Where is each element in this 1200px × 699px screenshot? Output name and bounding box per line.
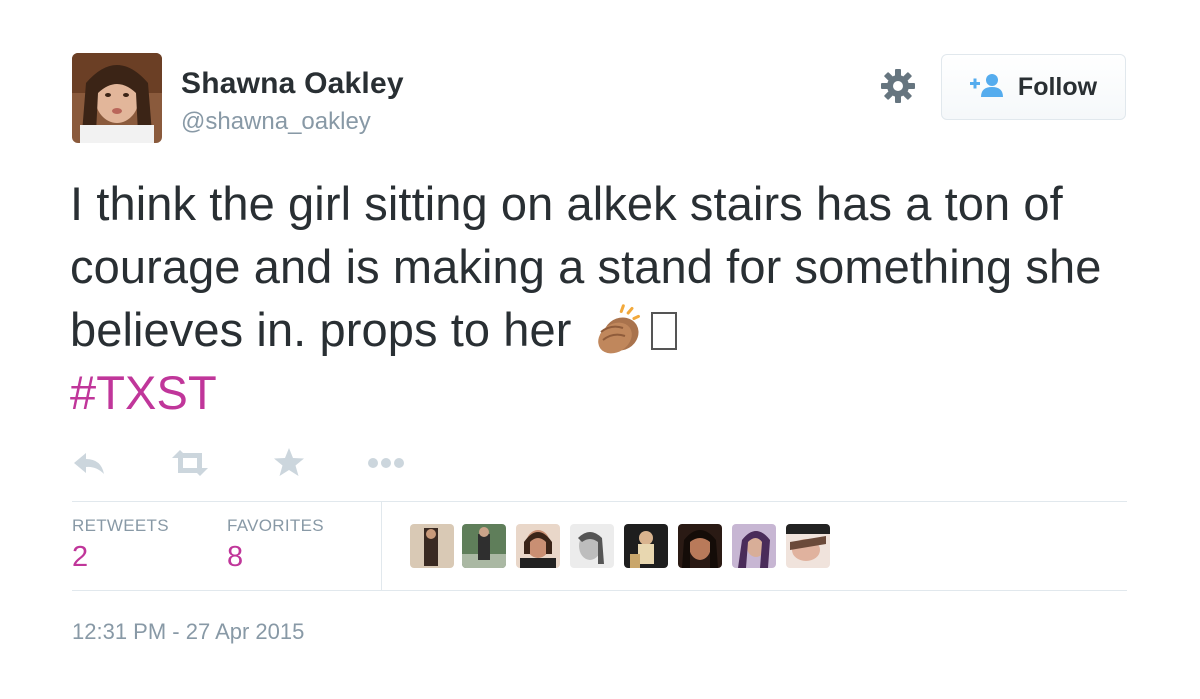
- favorites-count[interactable]: 8: [227, 541, 243, 574]
- hashtag-link[interactable]: #TXST: [70, 366, 217, 419]
- avatar[interactable]: [72, 53, 162, 143]
- tweet-timestamp[interactable]: 12:31 PM - 27 Apr 2015: [72, 619, 304, 645]
- favoriter-avatar[interactable]: [516, 524, 560, 568]
- clapping-hands-icon: [591, 302, 645, 354]
- favorite-icon[interactable]: [272, 446, 306, 485]
- favoriter-avatar[interactable]: [786, 524, 830, 568]
- favoriter-avatar[interactable]: [410, 524, 454, 568]
- favoriter-avatar[interactable]: [678, 524, 722, 568]
- follow-label: Follow: [1017, 72, 1098, 101]
- tweet-text: I think the girl sitting on alkek stairs…: [70, 172, 1150, 424]
- missing-glyph-icon: [650, 312, 677, 350]
- add-user-icon: [969, 73, 1004, 102]
- more-icon[interactable]: [366, 446, 406, 485]
- follow-button[interactable]: Follow: [941, 54, 1126, 120]
- retweet-icon[interactable]: [170, 446, 210, 485]
- retweets-label: RETWEETS: [72, 516, 169, 535]
- author-username[interactable]: @shawna_oakley: [181, 108, 371, 136]
- divider-bottom: [72, 590, 1127, 591]
- favoriter-avatar[interactable]: [570, 524, 614, 568]
- favoriter-avatar[interactable]: [624, 524, 668, 568]
- favorites-label: FAVORITES: [227, 516, 324, 535]
- stats-divider: [381, 502, 382, 590]
- retweets-count[interactable]: 2: [72, 541, 88, 574]
- author-full-name[interactable]: Shawna Oakley: [181, 67, 404, 101]
- gear-icon[interactable]: [880, 68, 916, 104]
- tweet-body: I think the girl sitting on alkek stairs…: [70, 177, 1102, 356]
- favoriter-avatar[interactable]: [732, 524, 776, 568]
- favoriter-avatar[interactable]: [462, 524, 506, 568]
- divider-top: [72, 501, 1127, 502]
- reply-icon[interactable]: [72, 446, 106, 485]
